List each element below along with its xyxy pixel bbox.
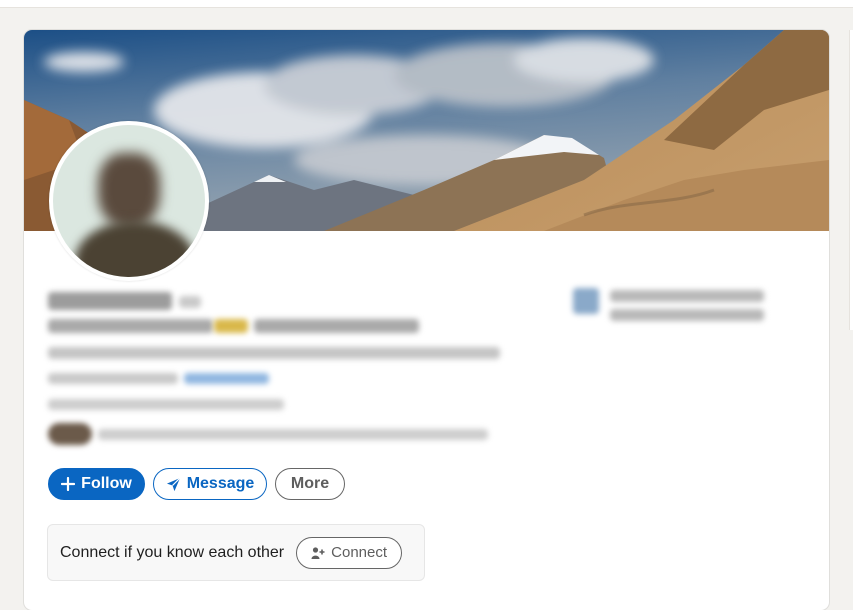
connect-button[interactable]: Connect [296,536,403,569]
follow-button[interactable]: Follow [48,468,145,500]
mutual-avatars-redacted [48,423,92,445]
avatar-body-blurred [75,221,195,277]
mutual-connections-text-redacted [98,429,488,440]
headline-redacted-part1 [48,319,213,333]
connect-prompt-box: Connect if you know each other Connect [47,524,425,581]
top-nav-strip [0,0,853,8]
more-button[interactable]: More [275,468,345,500]
right-column-edge [836,30,853,601]
profile-actions: Follow Message More [48,468,345,500]
education-redacted [610,309,764,321]
plus-icon [61,477,76,491]
headline-redacted-part2 [254,319,419,333]
pronoun-redacted [179,296,201,308]
company-logo-redacted [573,288,599,314]
headline-emoji-redacted [214,319,248,333]
about-line-redacted [48,347,500,359]
follow-label: Follow [81,475,132,492]
profile-name-redacted [48,292,172,310]
more-label: More [290,475,330,492]
paper-plane-icon [166,477,181,492]
profile-avatar[interactable] [49,121,209,281]
avatar-face-blurred [98,153,160,228]
connect-prompt-text: Connect if you know each other [60,543,285,561]
contact-info-link-redacted[interactable] [184,373,269,384]
profile-card: Follow Message More Connect if you know … [24,30,829,610]
connect-button-label: Connect [331,544,388,561]
add-person-icon [311,546,325,560]
message-button[interactable]: Message [153,468,267,500]
message-label: Message [186,475,255,492]
location-redacted [48,373,178,384]
company-name-redacted [610,290,764,302]
followers-connections-redacted [48,399,284,410]
